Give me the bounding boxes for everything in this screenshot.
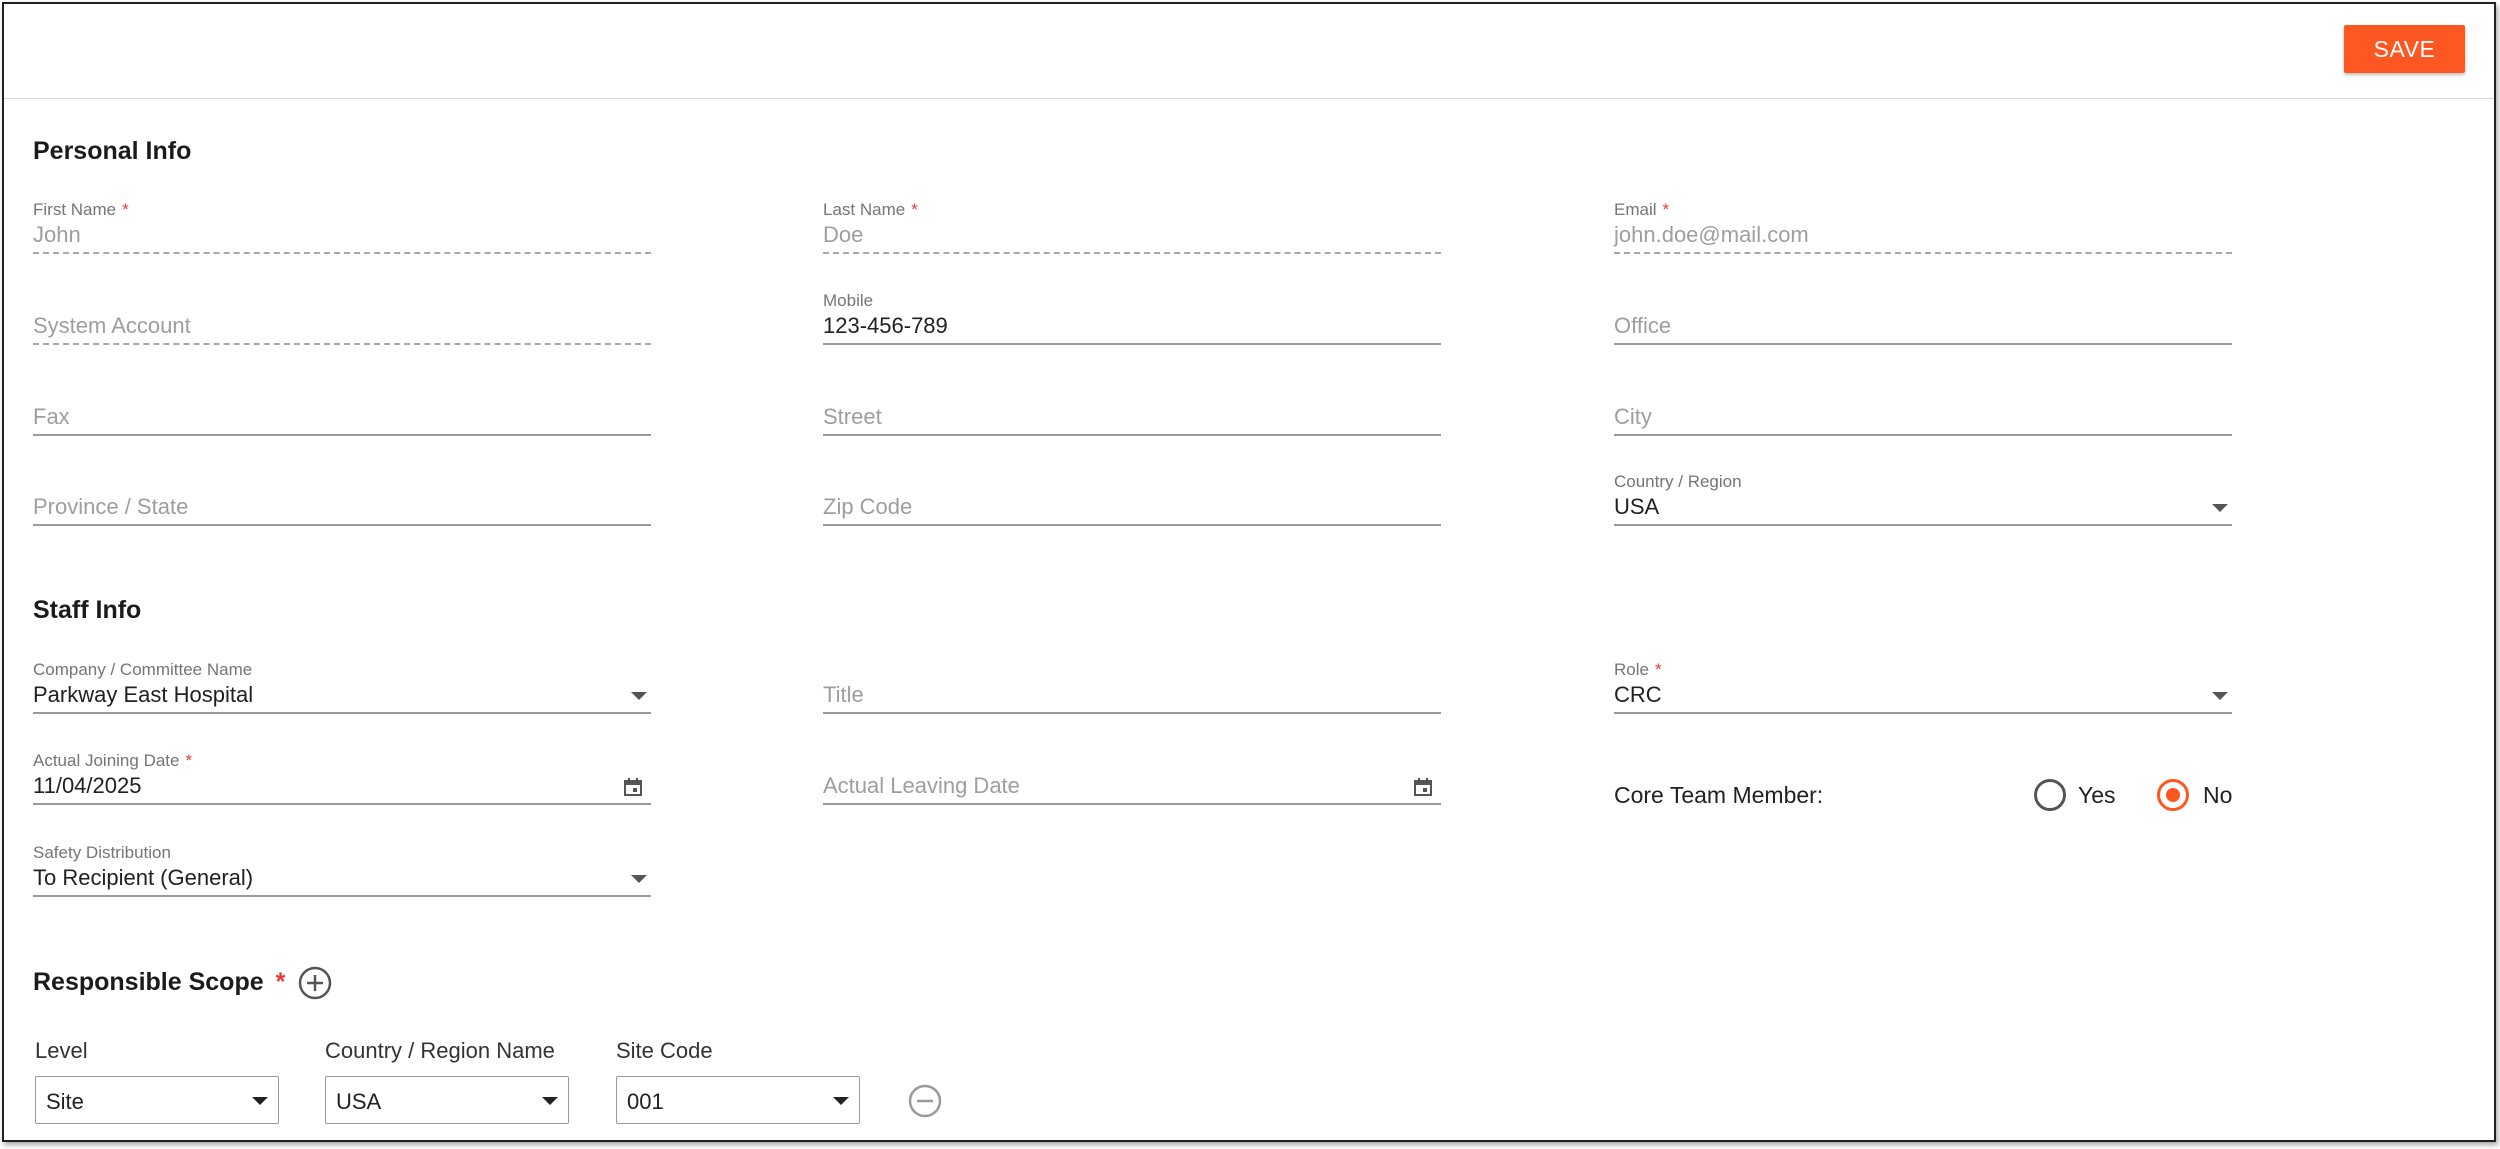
leaving-date-field[interactable]: Actual Leaving Date [823,751,1441,815]
scope-column-country: Country / Region Name [325,1038,555,1063]
title-field[interactable]: Title [823,660,1441,724]
system-account-placeholder: System Account [33,313,191,338]
scope-level-select[interactable]: Site [35,1076,279,1124]
add-circle-icon[interactable] [298,966,332,1000]
mobile-field[interactable]: Mobile 123-456-789 [823,291,1441,355]
first-name-label: First Name * [33,200,129,219]
company-select[interactable]: Company / Committee Name Parkway East Ho… [33,660,651,724]
core-team-no-radio[interactable] [2157,779,2189,811]
role-select[interactable]: Role * CRC [1614,660,2232,724]
chevron-down-icon [542,1097,558,1105]
core-team-yes-radio[interactable] [2034,779,2066,811]
section-title-personal-info: Personal Info [33,137,192,165]
street-placeholder: Street [823,404,882,429]
office-placeholder: Office [1614,313,1672,338]
chevron-down-icon[interactable] [2212,504,2228,512]
scope-country-select[interactable]: USA [325,1076,569,1124]
zip-code-field[interactable]: Zip Code [823,472,1441,536]
scope-site-code-select[interactable]: 001 [616,1076,860,1124]
chevron-down-icon [252,1097,268,1105]
fax-field[interactable]: Fax [33,382,651,446]
scope-country-value: USA [336,1089,382,1114]
province-state-field[interactable]: Province / State [33,472,651,536]
safety-distribution-label: Safety Distribution [33,843,171,862]
role-label: Role * [1614,660,1662,679]
last-name-label: Last Name * [823,200,918,219]
joining-date-field[interactable]: Actual Joining Date * 11/04/2025 [33,751,651,815]
mobile-label: Mobile [823,291,874,310]
safety-distribution-select[interactable]: Safety Distribution To Recipient (Genera… [33,843,651,907]
remove-circle-icon[interactable] [908,1084,942,1118]
country-region-value[interactable]: USA [1614,494,1659,520]
joining-date-label: Actual Joining Date * [33,751,193,770]
core-team-no-label[interactable]: No [2203,782,2232,809]
joining-date-value[interactable]: 11/04/2025 [33,773,141,799]
country-region-label: Country / Region [1614,472,1742,491]
chevron-down-icon[interactable] [631,875,647,883]
safety-distribution-value[interactable]: To Recipient (General) [33,865,253,891]
first-name-field: First Name * John [33,200,651,264]
form-window: SAVE Personal Info First Name * John Last… [2,2,2496,1142]
mobile-value[interactable]: 123-456-789 [823,313,948,339]
section-title-staff-info: Staff Info [33,596,142,624]
save-button[interactable]: SAVE [2344,25,2465,73]
street-field[interactable]: Street [823,382,1441,446]
last-name-value: Doe [823,222,864,247]
core-team-yes-label[interactable]: Yes [2078,782,2116,809]
email-field: Email * john.doe@mail.com [1614,200,2232,264]
zip-code-placeholder: Zip Code [823,494,913,519]
scope-site-code-value: 001 [627,1089,664,1114]
company-value[interactable]: Parkway East Hospital [33,682,253,708]
role-value[interactable]: CRC [1614,682,1662,708]
company-label: Company / Committee Name [33,660,253,679]
title-placeholder: Title [823,682,864,707]
email-label: Email * [1614,200,1670,219]
email-value: john.doe@mail.com [1614,222,1809,247]
chevron-down-icon [833,1097,849,1105]
calendar-icon[interactable] [623,777,643,797]
core-team-label: Core Team Member: [1614,782,1824,808]
leaving-date-placeholder: Actual Leaving Date [823,773,1020,798]
calendar-icon[interactable] [1413,777,1433,797]
country-region-select[interactable]: Country / Region USA [1614,472,2232,536]
first-name-value: John [33,222,81,247]
fax-placeholder: Fax [33,404,70,429]
top-toolbar: SAVE [4,4,2494,99]
city-placeholder: City [1614,404,1652,429]
office-field[interactable]: Office [1614,291,2232,355]
system-account-field: System Account [33,291,651,355]
chevron-down-icon[interactable] [2212,692,2228,700]
section-title-responsible-scope: Responsible Scope * [33,968,286,996]
province-state-placeholder: Province / State [33,494,189,519]
scope-level-value: Site [46,1089,84,1114]
scope-column-site-code: Site Code [616,1038,713,1063]
last-name-field: Last Name * Doe [823,200,1441,264]
chevron-down-icon[interactable] [631,692,647,700]
city-field[interactable]: City [1614,382,2232,446]
scope-column-level: Level [35,1038,88,1063]
